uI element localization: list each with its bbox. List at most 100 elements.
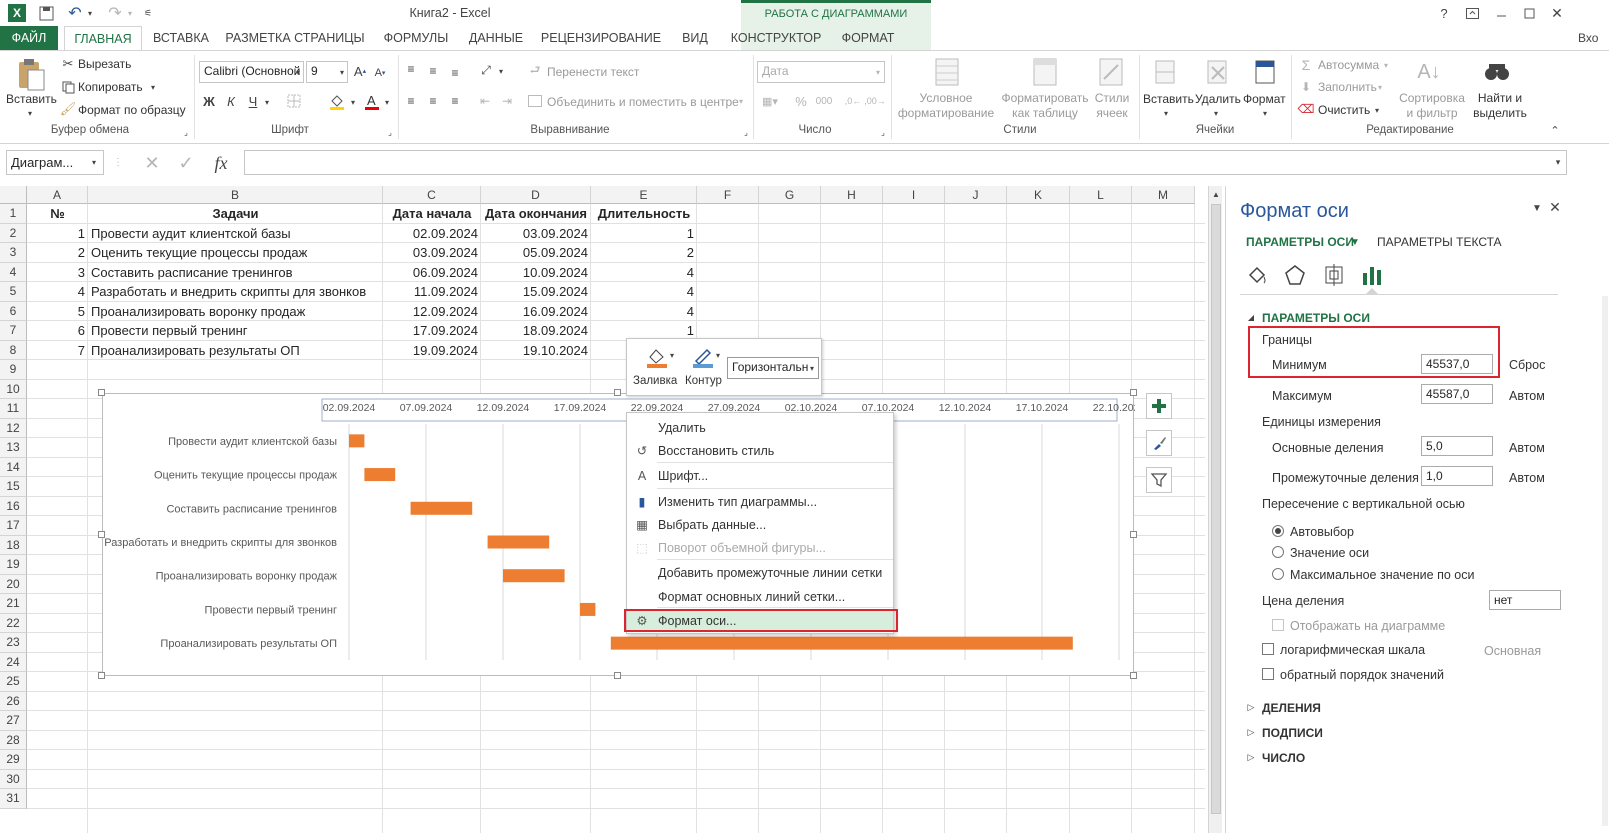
table-cell[interactable]: 11.09.2024 bbox=[383, 282, 481, 301]
row-header[interactable]: 1 bbox=[0, 204, 27, 224]
enter-entry-icon[interactable]: ✓ bbox=[174, 152, 198, 174]
section-collapsed-icon[interactable]: ▷ bbox=[1246, 726, 1256, 738]
name-box-dropdown-icon[interactable]: ▾ bbox=[88, 155, 100, 169]
section-axis-options[interactable]: ПАРАМЕТРЫ ОСИ bbox=[1262, 311, 1370, 325]
resize-handle[interactable] bbox=[98, 530, 105, 538]
find-select-icon[interactable] bbox=[1482, 55, 1512, 89]
major-unit-auto-button[interactable]: Автом bbox=[1509, 441, 1545, 455]
column-header[interactable]: C bbox=[383, 186, 481, 204]
column-header[interactable]: A bbox=[27, 186, 88, 204]
reverse-order-checkbox[interactable] bbox=[1262, 668, 1274, 680]
column-header[interactable]: I bbox=[883, 186, 945, 204]
clear-button[interactable]: Очистить bbox=[1318, 103, 1370, 117]
conditional-formatting-icon[interactable] bbox=[932, 55, 962, 89]
row-header[interactable]: 24 bbox=[0, 652, 27, 672]
row-header[interactable]: 14 bbox=[0, 457, 27, 477]
y-category-label[interactable]: Проанализировать результаты ОП bbox=[160, 638, 337, 650]
format-painter-button[interactable]: Формат по образцу bbox=[78, 103, 186, 117]
row-header[interactable]: 30 bbox=[0, 769, 27, 789]
bold-button[interactable]: Ж bbox=[200, 91, 218, 111]
insert-cells-button[interactable]: Вставить bbox=[1143, 92, 1194, 106]
table-cell[interactable]: 16.09.2024 bbox=[481, 302, 591, 321]
row-header[interactable]: 17 bbox=[0, 516, 27, 536]
table-cell[interactable]: 17.09.2024 bbox=[383, 321, 481, 340]
radio-auto[interactable] bbox=[1272, 525, 1284, 537]
section-number[interactable]: ЧИСЛО bbox=[1262, 751, 1305, 765]
delete-cells-button[interactable]: Удалить bbox=[1195, 92, 1241, 106]
maximum-input[interactable]: 45587,0 bbox=[1421, 384, 1493, 404]
paste-dropdown-icon[interactable]: ▾ bbox=[24, 107, 36, 119]
shape-outline-button[interactable]: Контур bbox=[685, 375, 722, 387]
font-size-dropdown-icon[interactable]: ▾ bbox=[337, 65, 347, 79]
column-header[interactable]: H bbox=[821, 186, 883, 204]
copy-dropdown-icon[interactable]: ▾ bbox=[148, 80, 158, 94]
wrap-text-icon[interactable]: ⮐ bbox=[527, 63, 543, 79]
resize-handle[interactable] bbox=[614, 389, 621, 396]
column-header[interactable]: M bbox=[1132, 186, 1195, 204]
table-header-cell[interactable]: Дата начала bbox=[383, 204, 481, 223]
font-color-dropdown-icon[interactable]: ▾ bbox=[382, 95, 392, 109]
row-header[interactable]: 22 bbox=[0, 613, 27, 633]
tab-data[interactable]: ДАННЫЕ bbox=[465, 26, 527, 50]
row-header[interactable]: 25 bbox=[0, 672, 27, 692]
close-window-icon[interactable]: ✕ bbox=[1546, 3, 1568, 23]
table-cell[interactable]: 03.09.2024 bbox=[481, 224, 591, 243]
table-header-cell[interactable]: Задачи bbox=[88, 204, 383, 223]
column-header[interactable]: B bbox=[88, 186, 383, 204]
cancel-entry-icon[interactable]: ✕ bbox=[140, 152, 164, 174]
context-menu-item[interactable]: ⬚ Поворот объемной фигуры... bbox=[627, 537, 893, 559]
table-cell[interactable]: 06.09.2024 bbox=[383, 263, 481, 282]
cell-styles-button[interactable]: Стили ячеек bbox=[1090, 91, 1134, 121]
conditional-formatting-button[interactable]: Условное форматирование bbox=[896, 91, 996, 121]
row-header[interactable]: 12 bbox=[0, 418, 27, 438]
cell-styles-icon[interactable] bbox=[1096, 55, 1126, 89]
row-header[interactable]: 4 bbox=[0, 262, 27, 282]
insert-cells-dropdown-icon[interactable]: ▾ bbox=[1160, 107, 1172, 119]
decrease-indent-icon[interactable]: ⇤ bbox=[476, 93, 494, 109]
align-right-icon[interactable]: ≡ bbox=[446, 93, 464, 109]
font-name-select[interactable]: Calibri (Основной bbox=[199, 61, 304, 83]
table-cell[interactable]: 02.09.2024 bbox=[383, 224, 481, 243]
x-tick-label[interactable]: 02.09.2024 bbox=[323, 402, 376, 414]
minimum-reset-button[interactable]: Сброс bbox=[1509, 358, 1545, 372]
select-all-corner[interactable] bbox=[0, 186, 27, 204]
undo-dropdown-icon[interactable]: ▾ bbox=[85, 4, 95, 22]
y-category-label[interactable]: Провести первый тренинг bbox=[205, 604, 337, 616]
ribbon-display-icon[interactable] bbox=[1462, 3, 1482, 23]
merge-center-button[interactable]: Объединить и поместить в центре bbox=[547, 95, 739, 109]
row-header[interactable]: 29 bbox=[0, 750, 27, 770]
radio-axis-value[interactable] bbox=[1272, 546, 1284, 558]
tab-axis-options-dropdown-icon[interactable]: ▼ bbox=[1348, 234, 1362, 250]
table-cell[interactable]: 4 bbox=[591, 263, 697, 282]
shape-fill-dropdown-icon[interactable]: ▾ bbox=[667, 349, 677, 361]
increase-indent-icon[interactable]: ⇥ bbox=[498, 93, 516, 109]
autosum-icon[interactable]: Σ bbox=[1298, 57, 1314, 73]
merge-dropdown-icon[interactable]: ▾ bbox=[736, 95, 746, 107]
table-cell[interactable]: 05.09.2024 bbox=[481, 243, 591, 262]
context-menu-item[interactable]: ▦ Выбрать данные... bbox=[627, 514, 893, 536]
chart-element-select[interactable]: Горизонтальн bbox=[727, 357, 819, 379]
resize-handle[interactable] bbox=[1130, 530, 1137, 538]
pane-scrollbar[interactable] bbox=[1602, 296, 1608, 826]
y-category-label[interactable]: Проанализировать воронку продаж bbox=[156, 571, 338, 583]
tab-review[interactable]: РЕЦЕНЗИРОВАНИЕ bbox=[540, 26, 662, 50]
pane-options-dropdown-icon[interactable]: ▼ bbox=[1530, 200, 1544, 216]
align-top-icon[interactable]: ≡ bbox=[402, 61, 420, 77]
minor-unit-auto-button[interactable]: Автом bbox=[1509, 471, 1545, 485]
gantt-bar[interactable] bbox=[364, 468, 396, 482]
column-header[interactable]: E bbox=[591, 186, 697, 204]
axis-options-icon[interactable] bbox=[1359, 262, 1385, 288]
chart-element-dropdown-icon[interactable]: ▾ bbox=[807, 361, 817, 375]
underline-button[interactable]: Ч bbox=[244, 91, 262, 111]
clipboard-launcher-icon[interactable]: ⌟ bbox=[181, 127, 191, 137]
table-cell[interactable]: 3 bbox=[27, 263, 88, 282]
font-color-icon[interactable]: A bbox=[362, 91, 382, 113]
autosum-button[interactable]: Автосумма bbox=[1318, 58, 1379, 72]
row-header[interactable]: 28 bbox=[0, 730, 27, 750]
cut-icon[interactable]: ✂ bbox=[60, 56, 76, 72]
table-cell[interactable]: 1 bbox=[27, 224, 88, 243]
tab-insert[interactable]: ВСТАВКА bbox=[150, 26, 212, 50]
chart-styles-button[interactable] bbox=[1146, 430, 1172, 456]
fill-color-dropdown-icon[interactable]: ▾ bbox=[348, 95, 358, 109]
tab-chart-format[interactable]: ФОРМАТ bbox=[836, 26, 900, 50]
